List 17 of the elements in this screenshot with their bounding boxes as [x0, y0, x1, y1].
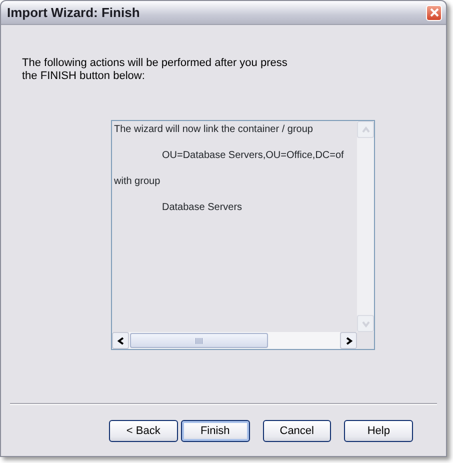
close-icon: [430, 8, 438, 17]
dialog-button[interactable]: Finish: [180, 420, 250, 442]
dialog-button[interactable]: Cancel: [262, 420, 332, 442]
grip-icon: [195, 338, 203, 344]
scroll-right-button[interactable]: [340, 332, 357, 349]
summary-line: with group: [114, 176, 160, 187]
summary-line: OU=Database Servers,OU=Office,DC=of: [162, 150, 344, 161]
window-title: Import Wizard: Finish: [7, 4, 140, 22]
dialog-button[interactable]: Help: [344, 420, 413, 442]
instructions-text: The following actions will be performed after you press the FINISH button below:: [22, 57, 288, 83]
scroll-left-button[interactable]: [112, 332, 129, 349]
summary-line: Database Servers: [162, 202, 242, 213]
horizontal-scrollbar[interactable]: [112, 332, 357, 349]
dialog-button[interactable]: < Back: [109, 420, 178, 442]
summary-line: The wizard will now link the container / group: [114, 124, 313, 135]
scrollbar-thumb[interactable]: [130, 333, 268, 348]
close-button[interactable]: [426, 4, 442, 20]
